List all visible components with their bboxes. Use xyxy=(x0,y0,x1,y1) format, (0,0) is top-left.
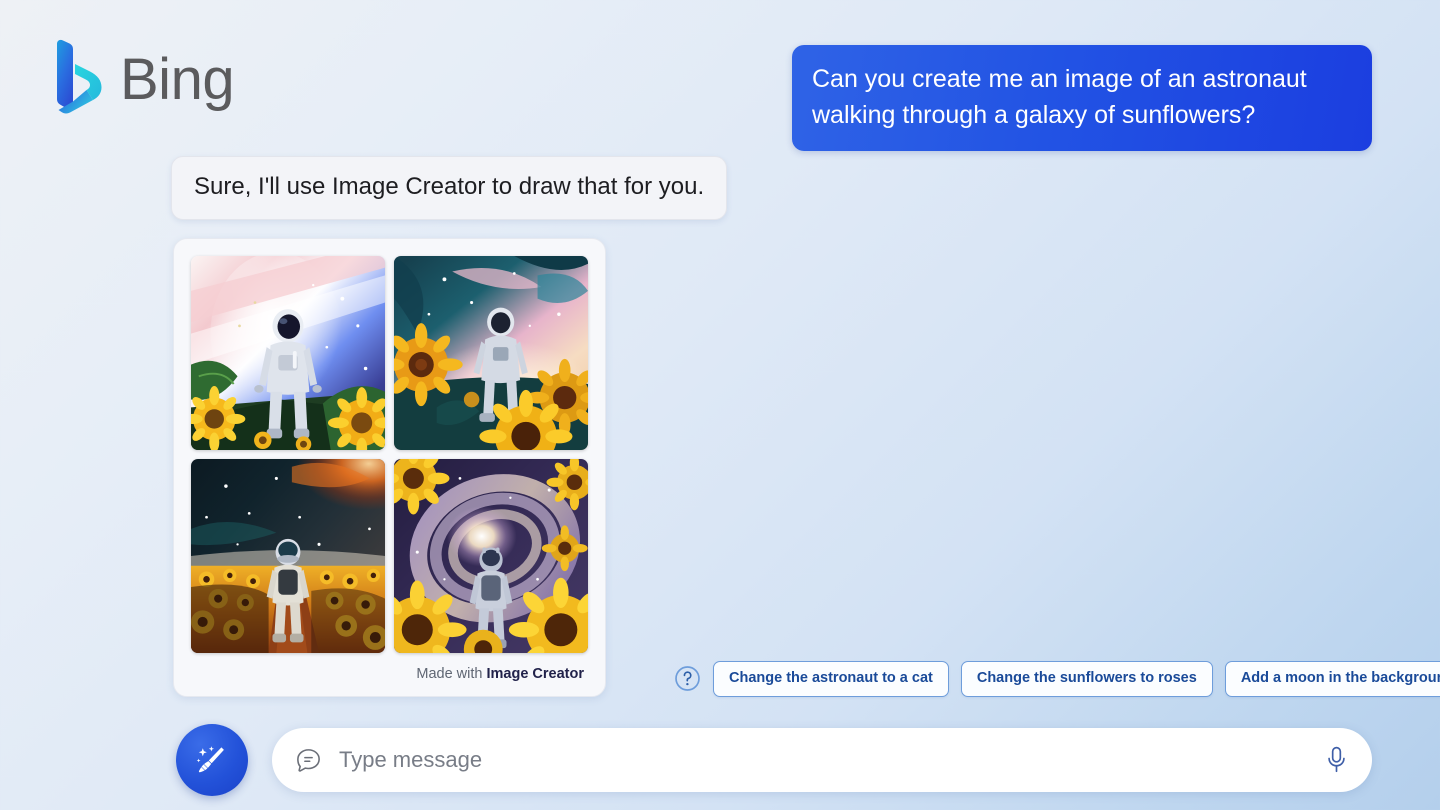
user-message-text: Can you create me an image of an astrona… xyxy=(812,65,1307,129)
bing-brand-logo[interactable]: Bing xyxy=(52,38,235,122)
question-circle-icon[interactable] xyxy=(674,665,701,692)
assistant-message-text: Sure, I'll use Image Creator to draw tha… xyxy=(194,173,705,200)
bing-wordmark: Bing xyxy=(120,47,235,112)
bing-logo-icon xyxy=(52,38,104,122)
image-creator-link[interactable]: Image Creator xyxy=(486,666,584,682)
image-results-card: Made with Image Creator xyxy=(173,238,606,697)
generated-image-thumbnail[interactable] xyxy=(394,459,588,653)
chat-bubble-icon xyxy=(294,746,323,775)
image-credit-caption: Made with Image Creator xyxy=(191,653,588,686)
generated-image-thumbnail[interactable] xyxy=(191,459,385,653)
image-grid xyxy=(191,256,588,653)
message-input[interactable] xyxy=(339,747,1323,773)
generated-image-thumbnail[interactable] xyxy=(191,256,385,450)
new-topic-button[interactable] xyxy=(176,724,248,796)
suggestion-chip-change-sunflowers[interactable]: Change the sunflowers to roses xyxy=(960,661,1213,697)
broom-sparkle-icon xyxy=(192,740,232,780)
suggestion-chip-add-moon[interactable]: Add a moon in the background xyxy=(1224,661,1440,697)
generated-image-thumbnail[interactable] xyxy=(394,256,588,450)
user-message-bubble: Can you create me an image of an astrona… xyxy=(792,45,1372,151)
suggestion-chips-row: Change the astronaut to a cat Change the… xyxy=(674,661,1440,697)
assistant-message-bubble: Sure, I'll use Image Creator to draw tha… xyxy=(171,156,728,220)
message-composer xyxy=(272,728,1372,792)
suggestion-chip-change-astronaut[interactable]: Change the astronaut to a cat xyxy=(713,661,949,697)
image-credit-prefix: Made with xyxy=(416,666,483,682)
microphone-icon[interactable] xyxy=(1323,745,1350,775)
